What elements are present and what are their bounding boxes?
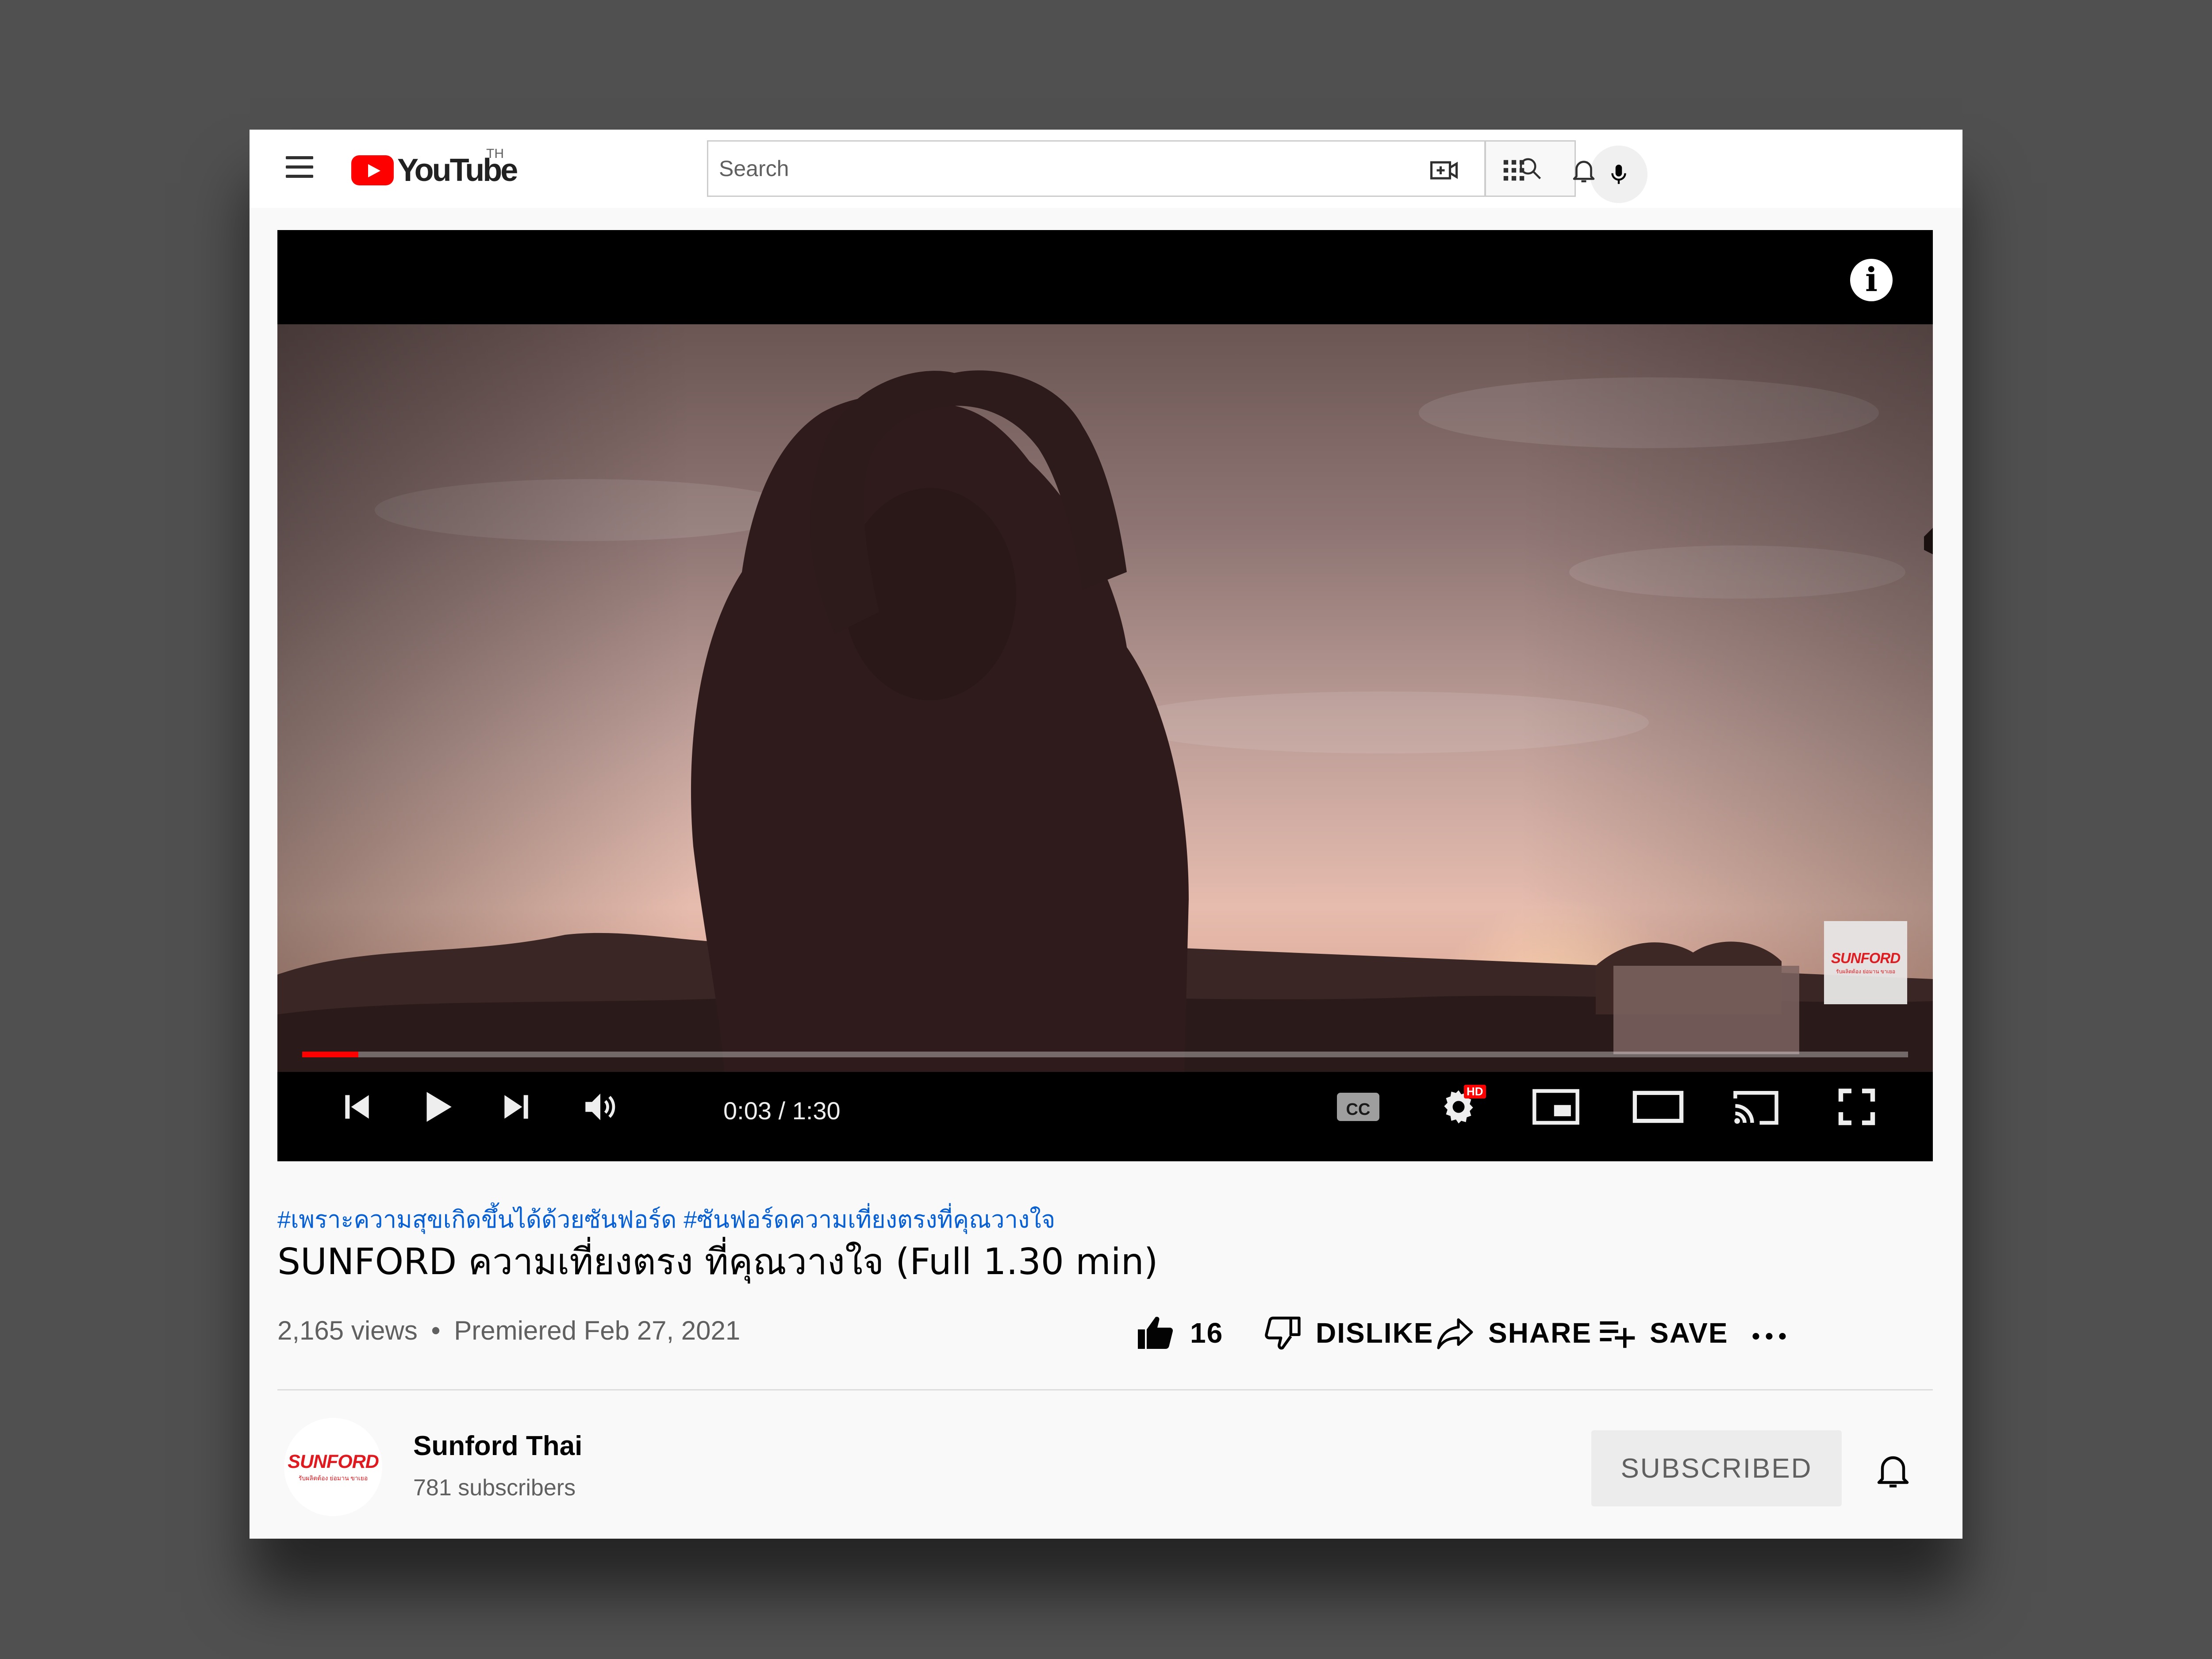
dislike-label: DISLIKE [1316,1317,1434,1349]
fullscreen-button[interactable] [1830,1085,1883,1129]
skip-next-icon [504,1095,528,1119]
thumbs-up-icon [1138,1317,1173,1349]
dislike-button[interactable]: DISLIKE [1263,1306,1433,1359]
miniplayer-icon [1532,1089,1579,1125]
video-title: SUNFORD ความเที่ยงตรง ที่คุณวางใจ (Full … [277,1241,1158,1283]
previous-button[interactable] [335,1085,379,1129]
skip-previous-icon [345,1095,369,1119]
progress-bar[interactable] [302,1052,1908,1057]
search-box[interactable] [707,140,1486,197]
save-label: SAVE [1650,1317,1728,1349]
play-button[interactable] [415,1085,459,1129]
divider [277,1389,1933,1390]
fullscreen-icon [1838,1088,1875,1125]
avatar-tagline: รับผลิตต้อง ย่อมาน ขาเยอ [298,1474,368,1482]
hashtag-link[interactable]: #ซันฟอร์ดความเที่ยงตรงที่คุณวางใจ [684,1206,1055,1233]
share-arrow-icon [1437,1318,1473,1349]
region-code: TH [486,146,504,161]
cast-icon [1733,1091,1778,1125]
share-button[interactable]: SHARE [1435,1306,1592,1359]
share-label: SHARE [1488,1317,1592,1349]
subscribe-button[interactable]: SUBSCRIBED [1591,1430,1842,1506]
create-video-button[interactable] [1426,153,1462,188]
miniplayer-button[interactable] [1529,1085,1582,1129]
microphone-icon [1611,165,1626,184]
apps-button[interactable] [1496,153,1532,188]
save-button[interactable]: SAVE [1597,1306,1728,1359]
next-button[interactable] [494,1085,538,1129]
watermark-tagline: รับผลิตต้อง ย่อมาน ขาเยอ [1836,968,1896,975]
hashtag-link[interactable]: #เพราะความสุขเกิดขึ้นได้ด้วยซันฟอร์ด [277,1206,676,1233]
mute-button[interactable] [574,1085,627,1129]
svg-text:CC: CC [1346,1100,1371,1119]
channel-name[interactable]: Sunford Thai [413,1430,582,1462]
channel-avatar[interactable]: SUNFORD รับผลิตต้อง ย่อมาน ขาเยอ [284,1418,382,1516]
info-icon: i [1865,261,1878,299]
search-input[interactable] [718,155,1484,182]
volume-icon [585,1094,615,1120]
progress-played [302,1052,359,1057]
video-frame[interactable] [277,324,1933,1072]
settings-button[interactable]: HD [1432,1085,1486,1129]
watermark-logo-text: SUNFORD [1831,949,1901,966]
time-duration: 1:30 [792,1097,841,1125]
player-controls: 0:03 / 1:30 CC HD [277,1062,1933,1161]
theater-mode-icon [1632,1091,1684,1123]
like-button[interactable]: 16 [1134,1306,1223,1359]
video-player[interactable]: i SUNFORD รับผลิตต้อง ย่อมาน ขาเยอ 0:03 … [277,230,1933,1161]
video-meta: 2,165 views • Premiered Feb 27, 2021 [277,1315,740,1346]
closed-captions-icon: CC [1337,1093,1379,1121]
view-count: 2,165 views [277,1316,418,1345]
bell-icon [1573,161,1595,183]
video-camera-plus-icon [1430,161,1458,180]
menu-icon[interactable] [286,156,313,178]
apps-grid-icon [1503,160,1525,181]
premiere-date: Premiered Feb 27, 2021 [454,1316,741,1345]
theater-mode-button[interactable] [1629,1085,1687,1129]
info-button[interactable]: i [1850,259,1893,301]
subscriber-count: 781 subscribers [413,1475,576,1501]
playlist-add-icon [1600,1321,1635,1348]
time-separator: / [772,1097,792,1125]
video-scene-image [277,324,1933,1072]
time-current: 0:03 [723,1097,772,1125]
captions-button[interactable]: CC [1334,1085,1382,1129]
masthead: YouTube TH [250,130,1962,208]
play-icon [426,1092,452,1122]
more-horizontal-icon [1752,1333,1786,1340]
channel-watermark[interactable]: SUNFORD รับผลิตต้อง ย่อมาน ขาเยอ [1824,921,1907,1004]
thumbs-down-icon [1265,1317,1301,1350]
browser-window: YouTube TH Search i SUNFORD รับผลิตต้อง … [250,130,1962,1539]
bell-icon [1877,1456,1909,1488]
notifications-button[interactable] [1566,153,1601,188]
more-actions-button[interactable] [1749,1306,1789,1359]
avatar-logo-text: SUNFORD [288,1451,379,1472]
time-display: 0:03 / 1:30 [723,1096,841,1125]
hd-badge: HD [1464,1085,1486,1098]
notification-preferences-button[interactable] [1869,1446,1917,1494]
meta-separator: • [431,1316,441,1345]
cast-button[interactable] [1729,1085,1782,1129]
youtube-play-logo-icon [351,155,394,185]
like-count: 16 [1190,1317,1224,1349]
